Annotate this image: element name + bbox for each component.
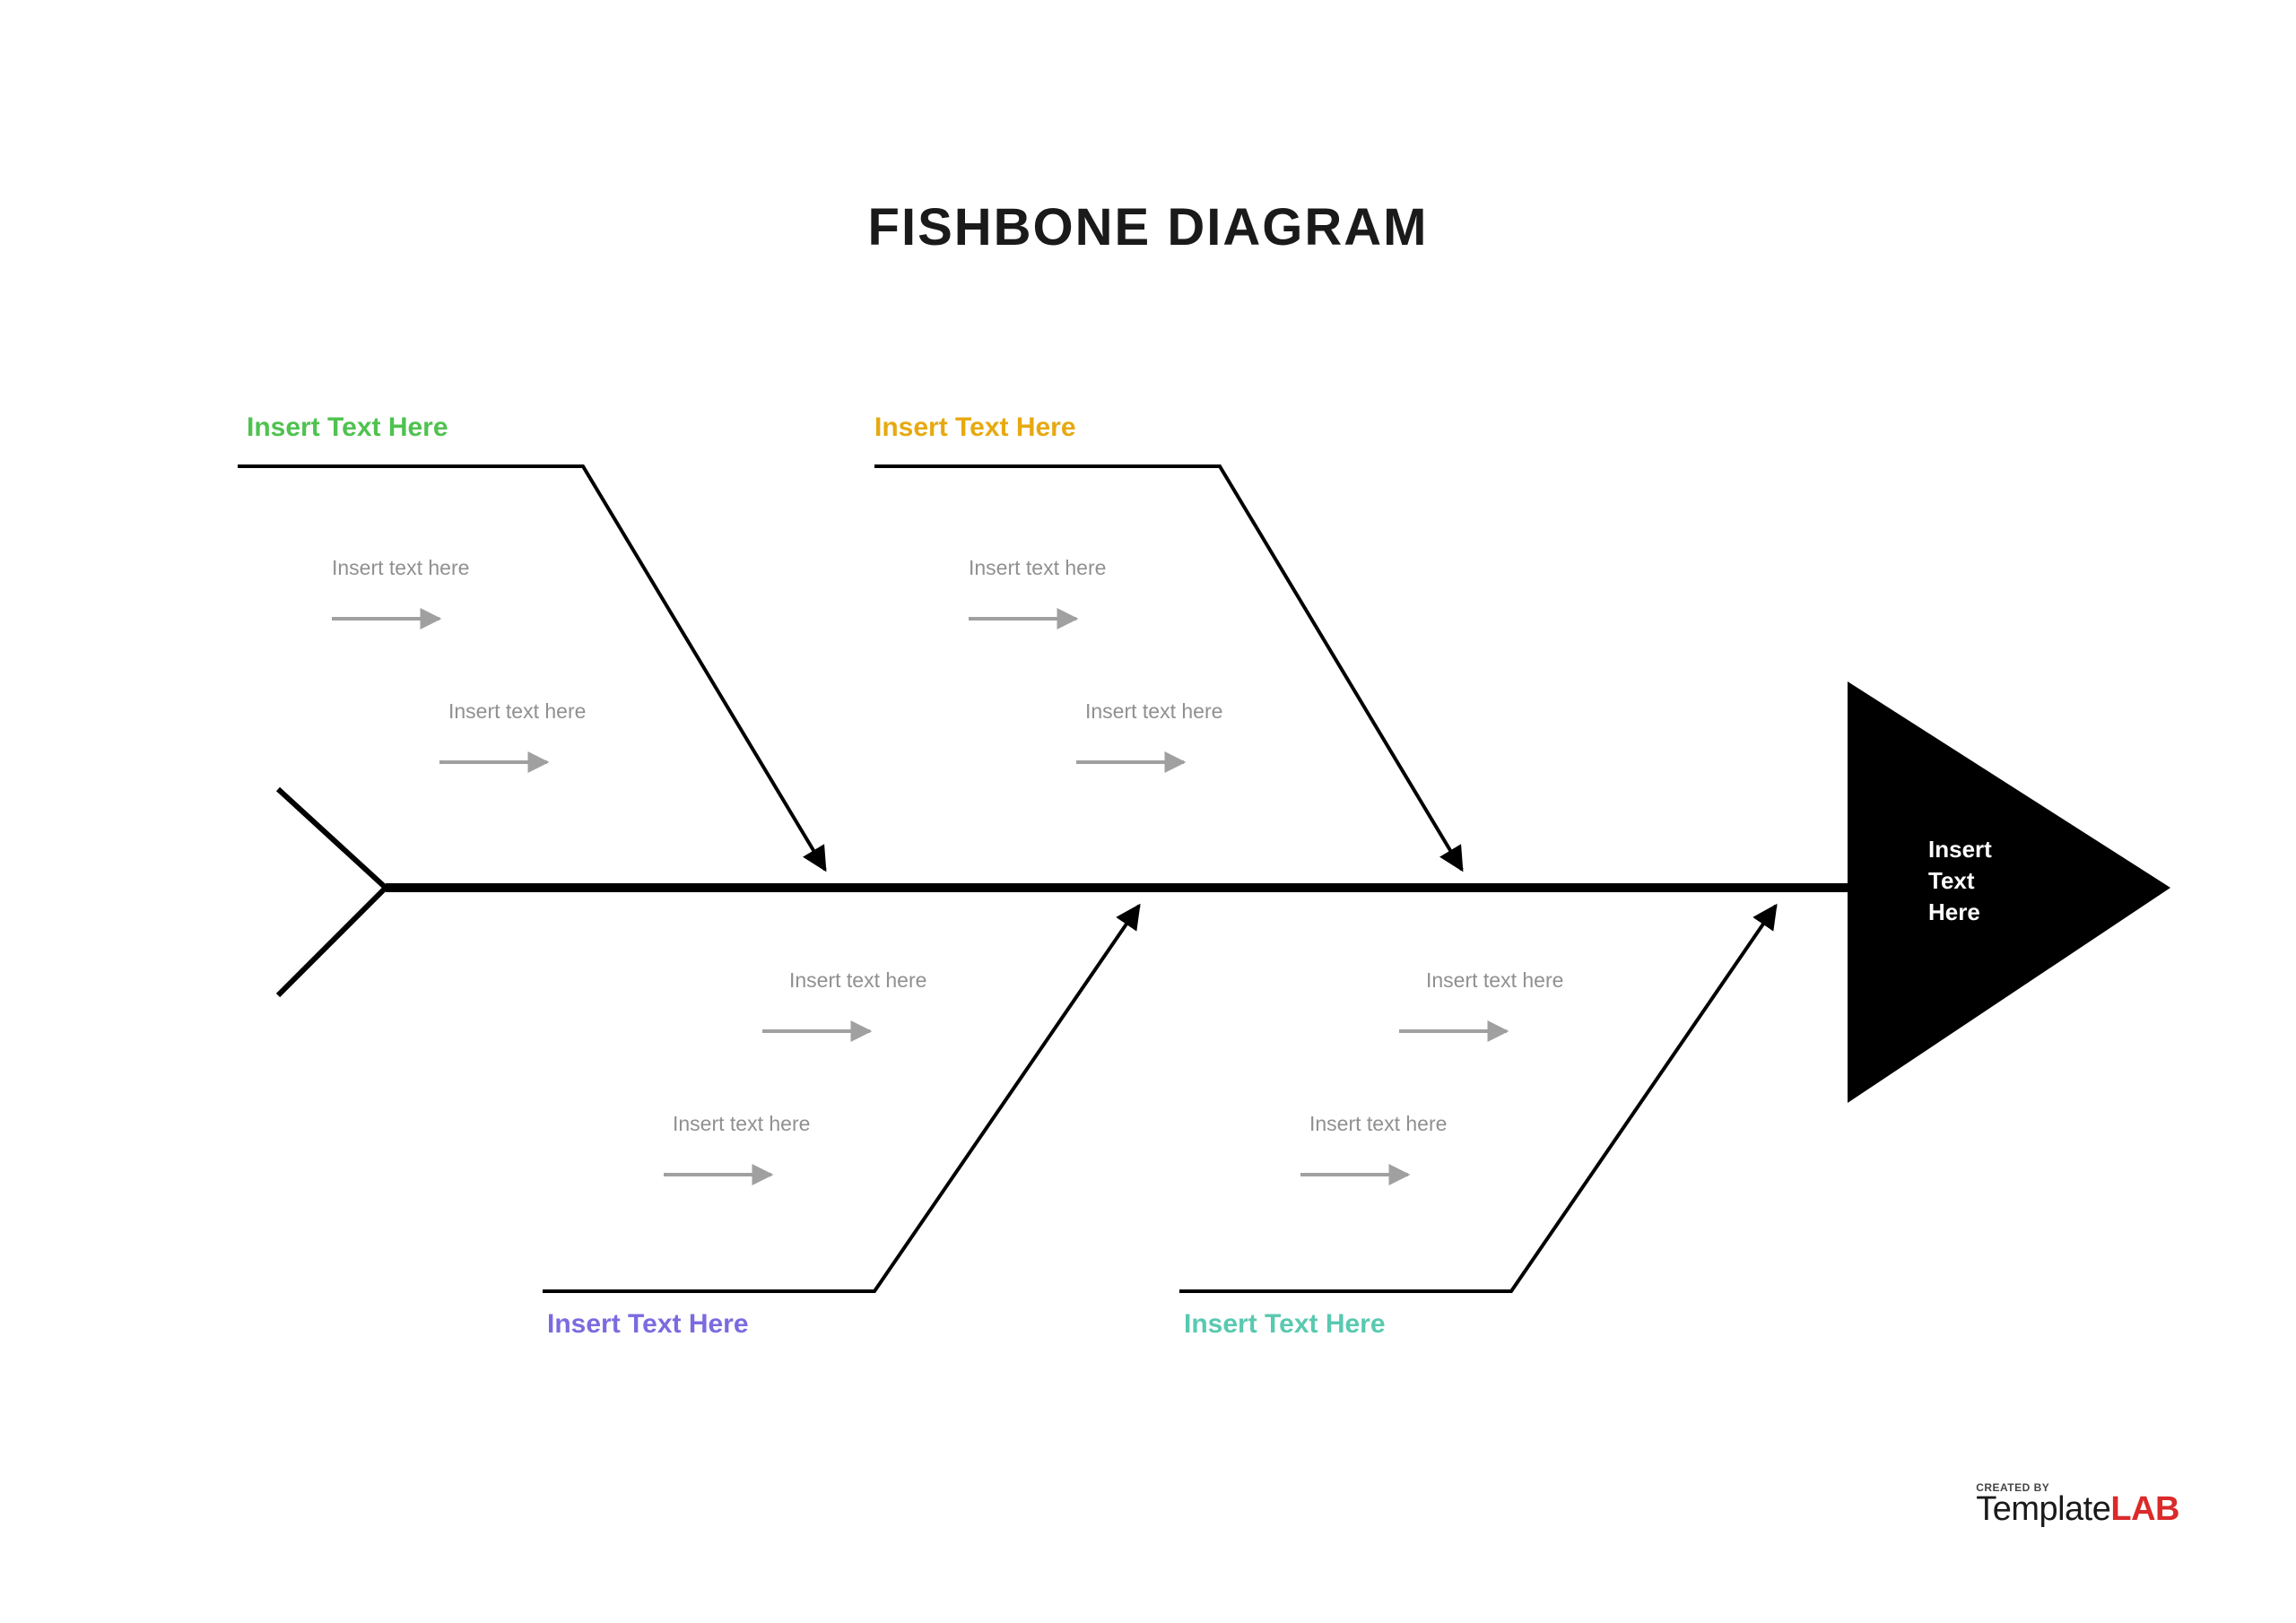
bone-bottom-left	[543, 906, 1139, 1291]
category-top-left[interactable]: Insert Text Here	[247, 412, 448, 443]
brand-main: Template	[1976, 1490, 2110, 1528]
category-bottom-left[interactable]: Insert Text Here	[547, 1309, 749, 1340]
sub-bottom-right-2[interactable]: Insert text here	[1309, 1112, 1447, 1136]
tail-upper	[278, 789, 386, 888]
sub-bottom-left-2[interactable]: Insert text here	[673, 1112, 810, 1136]
head-text[interactable]: Insert Text Here	[1928, 834, 1992, 928]
fish-head	[1848, 681, 2170, 1103]
head-line1: Insert	[1928, 836, 1992, 863]
bone-top-right	[874, 466, 1462, 870]
sub-bottom-left-1[interactable]: Insert text here	[789, 968, 926, 993]
sub-bottom-right-1[interactable]: Insert text here	[1426, 968, 1563, 993]
category-bottom-right[interactable]: Insert Text Here	[1184, 1309, 1386, 1340]
fishbone-diagram-page: FISHBONE DIAGRAM	[0, 0, 2296, 1623]
category-top-right[interactable]: Insert Text Here	[874, 412, 1076, 443]
bone-bottom-right	[1179, 906, 1776, 1291]
footer-branding: CREATED BY TemplateLAB	[1976, 1481, 2179, 1529]
sub-top-right-1[interactable]: Insert text here	[969, 556, 1106, 580]
sub-top-left-1[interactable]: Insert text here	[332, 556, 469, 580]
bone-top-left	[238, 466, 825, 870]
tail-lower	[278, 888, 386, 995]
brand-logo: TemplateLAB	[1976, 1490, 2179, 1529]
sub-top-left-2[interactable]: Insert text here	[448, 699, 586, 724]
head-line2: Text	[1928, 867, 1975, 894]
sub-top-right-2[interactable]: Insert text here	[1085, 699, 1222, 724]
brand-accent: LAB	[2110, 1490, 2179, 1528]
fishbone-svg	[0, 0, 2296, 1623]
head-line3: Here	[1928, 898, 1980, 925]
